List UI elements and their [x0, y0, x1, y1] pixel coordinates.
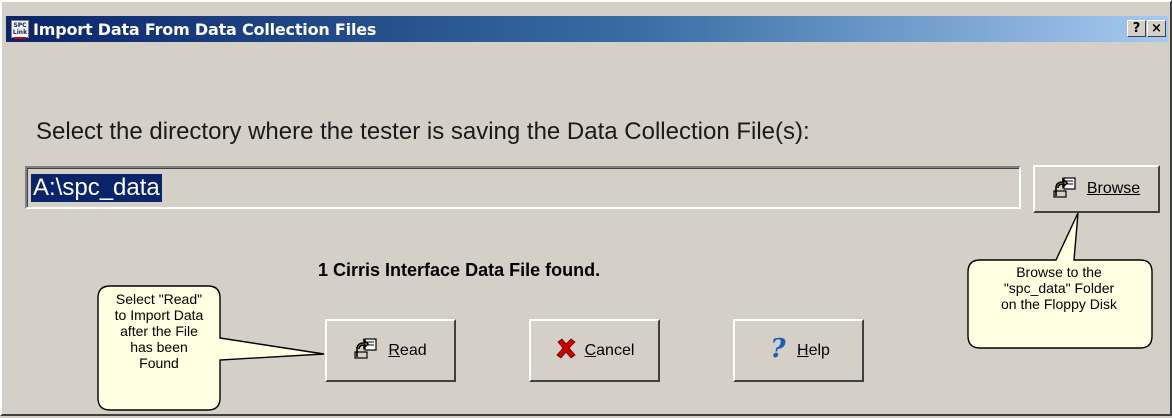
folder-open-icon — [1053, 176, 1079, 203]
svg-text:?: ? — [770, 335, 786, 361]
spc-link-app-icon: SPC Link — [11, 20, 29, 39]
red-x-icon — [555, 337, 577, 364]
context-help-button[interactable]: ? — [1127, 20, 1146, 37]
cancel-button[interactable]: Cancel — [529, 319, 660, 382]
window-title: Import Data From Data Collection Files — [33, 19, 377, 39]
browse-hint-line: "spc_data" Folder — [1003, 280, 1115, 296]
directory-field[interactable]: A:\spc_data — [25, 166, 1021, 209]
read-button-label: Read — [388, 341, 427, 359]
browse-button-label: Browse — [1086, 180, 1141, 197]
read-hint-line: to Import Data — [114, 307, 204, 323]
browse-hint-line: on the Floppy Disk — [1001, 296, 1117, 312]
folder-open-icon — [354, 337, 380, 364]
app-icon-text: SPC Link — [12, 22, 28, 36]
directory-field-value[interactable]: A:\spc_data — [31, 174, 162, 202]
read-hint-line: Found — [139, 355, 179, 371]
read-hint-line: has been — [130, 339, 188, 355]
browse-hint-line: Browse to the — [1016, 264, 1102, 280]
directory-prompt: Select the directory where the tester is… — [36, 118, 810, 145]
question-mark-icon: ? — [767, 334, 789, 366]
help-button[interactable]: ? Help — [733, 319, 864, 382]
browse-button[interactable]: Browse — [1033, 165, 1160, 213]
help-button-label: Help — [797, 341, 830, 359]
read-hint-callout: Select "Read" to Import Data after the F… — [100, 291, 218, 371]
browse-hint-callout: Browse to the "spc_data" Folder on the F… — [970, 264, 1148, 312]
status-message: 1 Cirris Interface Data File found. — [318, 260, 601, 280]
cancel-button-label: Cancel — [584, 341, 635, 359]
read-hint-line: after the File — [120, 323, 198, 339]
title-bar[interactable]: SPC Link Import Data From Data Collectio… — [6, 16, 1168, 42]
read-hint-line: Select "Read" — [115, 291, 203, 307]
close-button[interactable]: × — [1147, 20, 1166, 37]
read-button[interactable]: Read — [325, 319, 456, 382]
import-dialog: SPC Link Import Data From Data Collectio… — [0, 0, 1172, 416]
